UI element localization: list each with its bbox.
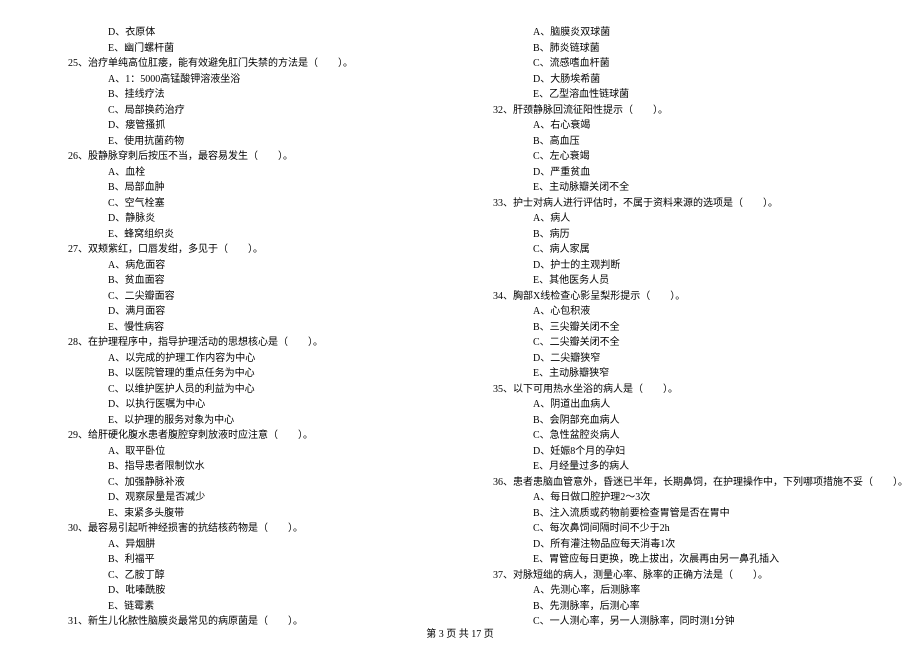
footer-suffix: 页	[481, 629, 494, 640]
option-text: A、脑膜炎双球菌	[475, 25, 870, 41]
option-text: B、以医院管理的重点任务为中心	[50, 366, 445, 382]
question-stem: 32、肝颈静脉回流征阳性提示（ ）。	[475, 103, 870, 119]
option-text: C、急性盆腔炎病人	[475, 428, 870, 444]
option-text: B、注入流质或药物前要检查胃管是否在胃中	[475, 506, 870, 522]
option-text: B、挂线疗法	[50, 87, 445, 103]
footer-mid: 页 共	[444, 629, 472, 640]
option-text: D、衣原体	[50, 25, 445, 41]
option-text: A、先测心率，后测脉率	[475, 583, 870, 599]
option-text: A、右心衰竭	[475, 118, 870, 134]
option-text: D、观察尿量是否减少	[50, 490, 445, 506]
option-text: E、慢性病容	[50, 320, 445, 336]
option-text: A、病危面容	[50, 258, 445, 274]
exam-content: D、衣原体 E、幽门螺杆菌 25、治疗单纯高位肛瘘，能有效避免肛门失禁的方法是（…	[50, 25, 870, 630]
option-text: D、瘘管搔抓	[50, 118, 445, 134]
option-text: D、满月面容	[50, 304, 445, 320]
option-text: E、蜂窝组织炎	[50, 227, 445, 243]
option-text: B、高血压	[475, 134, 870, 150]
option-text: E、胃管应每日更换，晚上拔出，次晨再由另一鼻孔插入	[475, 552, 870, 568]
option-text: C、乙胺丁醇	[50, 568, 445, 584]
option-text: A、异烟肼	[50, 537, 445, 553]
option-text: E、月经量过多的病人	[475, 459, 870, 475]
option-text: C、病人家属	[475, 242, 870, 258]
option-text: A、取平卧位	[50, 444, 445, 460]
option-text: B、先测脉率，后测心率	[475, 599, 870, 615]
option-text: B、局部血肿	[50, 180, 445, 196]
question-stem: 29、给肝硬化腹水患者腹腔穿刺放液时应注意（ ）。	[50, 428, 445, 444]
option-text: A、1：5000高锰酸钾溶液坐浴	[50, 72, 445, 88]
question-stem: 34、胸部X线检查心影呈梨形提示（ ）。	[475, 289, 870, 305]
option-text: B、肺炎链球菌	[475, 41, 870, 57]
option-text: D、吡嗪酰胺	[50, 583, 445, 599]
option-text: C、空气栓塞	[50, 196, 445, 212]
option-text: E、束紧多头腹带	[50, 506, 445, 522]
question-stem: 30、最容易引起听神经损害的抗结核药物是（ ）。	[50, 521, 445, 537]
option-text: B、指导患者限制饮水	[50, 459, 445, 475]
option-text: D、护士的主观判断	[475, 258, 870, 274]
option-text: D、二尖瓣狭窄	[475, 351, 870, 367]
question-stem: 27、双颊紫红，口唇发绀，多见于（ ）。	[50, 242, 445, 258]
option-text: E、以护理的服务对象为中心	[50, 413, 445, 429]
question-stem: 37、对脉短绌的病人，测量心率、脉率的正确方法是（ ）。	[475, 568, 870, 584]
question-stem: 26、股静脉穿刺后按压不当，最容易发生（ ）。	[50, 149, 445, 165]
option-text: B、会阴部充血病人	[475, 413, 870, 429]
option-text: A、心包积液	[475, 304, 870, 320]
option-text: A、每日做口腔护理2～3次	[475, 490, 870, 506]
left-column: D、衣原体 E、幽门螺杆菌 25、治疗单纯高位肛瘘，能有效避免肛门失禁的方法是（…	[50, 25, 445, 630]
option-text: E、链霉素	[50, 599, 445, 615]
footer-prefix: 第	[426, 629, 439, 640]
question-stem: 33、护士对病人进行评估时，不属于资料来源的选项是（ ）。	[475, 196, 870, 212]
option-text: B、病历	[475, 227, 870, 243]
option-text: A、病人	[475, 211, 870, 227]
option-text: C、左心衰竭	[475, 149, 870, 165]
option-text: A、阴道出血病人	[475, 397, 870, 413]
question-stem: 28、在护理程序中，指导护理活动的思想核心是（ ）。	[50, 335, 445, 351]
option-text: C、流感嗜血杆菌	[475, 56, 870, 72]
option-text: A、以完成的护理工作内容为中心	[50, 351, 445, 367]
option-text: D、以执行医嘱为中心	[50, 397, 445, 413]
option-text: B、三尖瓣关闭不全	[475, 320, 870, 336]
option-text: C、以维护医护人员的利益为中心	[50, 382, 445, 398]
right-column: A、脑膜炎双球菌 B、肺炎链球菌 C、流感嗜血杆菌 D、大肠埃希菌 E、乙型溶血…	[475, 25, 870, 630]
option-text: E、主动脉瓣狭窄	[475, 366, 870, 382]
option-text: B、利福平	[50, 552, 445, 568]
question-stem: 35、以下可用热水坐浴的病人是（ ）。	[475, 382, 870, 398]
question-stem: 36、患者患脑血管意外，昏迷已半年，长期鼻饲，在护理操作中，下列哪项措施不妥（ …	[475, 475, 870, 491]
option-text: E、其他医务人员	[475, 273, 870, 289]
option-text: A、血栓	[50, 165, 445, 181]
option-text: D、妊娠8个月的孕妇	[475, 444, 870, 460]
option-text: E、乙型溶血性链球菌	[475, 87, 870, 103]
option-text: C、每次鼻饲间隔时间不少于2h	[475, 521, 870, 537]
option-text: E、使用抗菌药物	[50, 134, 445, 150]
question-stem: 25、治疗单纯高位肛瘘，能有效避免肛门失禁的方法是（ ）。	[50, 56, 445, 72]
option-text: D、严重贫血	[475, 165, 870, 181]
option-text: C、局部换药治疗	[50, 103, 445, 119]
option-text: E、主动脉瓣关闭不全	[475, 180, 870, 196]
option-text: C、二尖瓣关闭不全	[475, 335, 870, 351]
total-pages: 17	[471, 629, 481, 640]
option-text: D、静脉炎	[50, 211, 445, 227]
option-text: E、幽门螺杆菌	[50, 41, 445, 57]
option-text: C、加强静脉补液	[50, 475, 445, 491]
page-footer: 第 3 页 共 17 页	[0, 625, 920, 640]
option-text: C、二尖瓣面容	[50, 289, 445, 305]
option-text: D、所有灌注物品应每天消毒1次	[475, 537, 870, 553]
option-text: B、贫血面容	[50, 273, 445, 289]
option-text: D、大肠埃希菌	[475, 72, 870, 88]
